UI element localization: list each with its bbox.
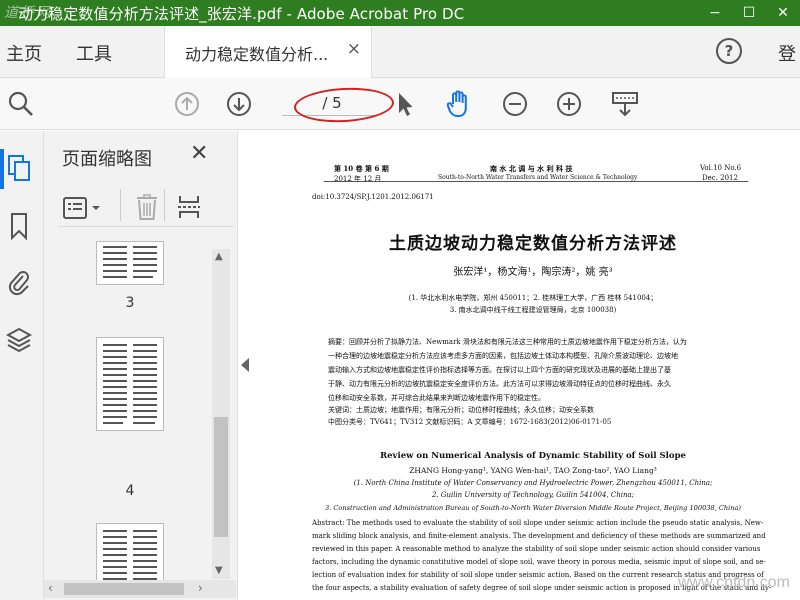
thumbnail-page-number: 4 (125, 483, 135, 499)
navigation-rail (0, 131, 44, 600)
thumbnail-list: 3 4 (44, 241, 236, 581)
journal-date: 2012 年 12 月 (334, 175, 382, 183)
divider (120, 189, 121, 221)
previous-page-icon[interactable] (170, 87, 204, 121)
tab-tools[interactable]: 工具 (76, 40, 112, 66)
page-thumbnail[interactable] (96, 523, 164, 581)
scroll-left-icon[interactable]: ‹ (48, 581, 53, 595)
panel-title: 页面缩略图 (62, 149, 152, 170)
minimize-button[interactable]: − (698, 0, 732, 26)
document-view[interactable]: 第 10 卷 第 6 期 2012 年 12 月 南 水 北 调 与 水 利 科… (258, 131, 800, 600)
scrollbar-thumb[interactable] (214, 417, 228, 537)
panel-toolbar (58, 187, 234, 227)
page-number-field[interactable]: / 5 (282, 85, 395, 125)
next-page-icon[interactable] (222, 87, 256, 121)
active-indicator (0, 149, 4, 189)
maximize-button[interactable]: ☐ (732, 0, 766, 26)
affiliation-en: (1. North China Institute of Water Conse… (353, 479, 713, 487)
doi: doi:10.3724/SP.J.1201.2012.06171 (312, 193, 434, 201)
thumbnail-page-number: 3 (125, 295, 135, 311)
toolbar: / 5 (0, 78, 800, 130)
tab-bar: 主页 工具 动力稳定数值分析... × ? 登 (0, 26, 800, 78)
affiliation-cn: 3. 南水北调中线干线工程建设管理局，北京 100038) (449, 306, 617, 314)
page-thumbnails-icon[interactable] (6, 153, 32, 183)
pdf-page: 第 10 卷 第 6 期 2012 年 12 月 南 水 北 调 与 水 利 科… (268, 131, 798, 600)
classification-cn: 中图分类号：TV641；TV312 文献标识码：A 文章编号：1672-1683… (328, 418, 612, 426)
watermark-logo: 道桥网 (4, 5, 52, 21)
abstract-en-line: Abstract: The methods used to evaluate t… (312, 519, 764, 527)
abstract-cn-line: 于静、动力有限元分析的边坡抗震稳定安全度评价方法。此方法可以求得边坡滑动特征点的… (328, 380, 671, 388)
window-title: 动力稳定数值分析方法评述_张宏洋.pdf - Adobe Acrobat Pro… (18, 4, 465, 23)
page-thumbnail[interactable] (96, 241, 164, 285)
journal-volume-en: Vol.10 No.6 (700, 164, 742, 172)
abstract-en-line: factors, including the dynamic constitut… (312, 558, 766, 566)
affiliation-en: 2. Guilin University of Technology, Guil… (431, 491, 635, 499)
abstract-cn-line: 摘要：回顾并分析了拟静力法、Newmark 滑块法和有限元法这三种常用的土质边坡… (328, 338, 687, 346)
paper-title-en: Review on Numerical Analysis of Dynamic … (380, 451, 686, 461)
close-panel-icon[interactable]: ✕ (190, 141, 208, 166)
page-thumbnail[interactable] (96, 337, 164, 431)
thumbnail-horizontal-scrollbar[interactable]: ‹ › (44, 580, 236, 598)
options-menu-icon[interactable] (62, 195, 106, 225)
scrollbar-thumb[interactable] (64, 583, 184, 595)
tab-document[interactable]: 动力稳定数值分析... × (164, 26, 372, 78)
divider (164, 189, 165, 221)
thumbnail-vertical-scrollbar[interactable]: ▲ ▼ (212, 249, 230, 579)
close-tab-icon[interactable]: × (347, 39, 361, 59)
page-indicator: / 5 (322, 94, 342, 112)
authors-cn: 张宏洋¹，杨文海¹，陶宗涛²，姚 亮³ (453, 267, 613, 278)
document-tab-label: 动力稳定数值分析... (185, 45, 329, 64)
trash-icon[interactable] (134, 193, 160, 225)
abstract-cn-line: 位移和动安全系数，并可综合此结果来判断边坡地震作用下的稳定性。 (328, 394, 545, 402)
site-watermark: www.cntdn.com (677, 574, 790, 591)
collapse-panel-icon[interactable] (241, 358, 249, 372)
window-controls: − ☐ ✕ (698, 0, 800, 26)
journal-name-cn: 南 水 北 调 与 水 利 科 技 (490, 164, 573, 173)
abstract-cn-line: 一种合理的边坡地震稳定分析方法应该考虑多方面的因素，包括边坡土体动本构模型、孔隙… (328, 352, 678, 360)
zoom-out-icon[interactable] (498, 87, 532, 121)
attachment-icon[interactable] (6, 267, 32, 297)
journal-volume: 第 10 卷 第 6 期 (334, 164, 389, 173)
layers-icon[interactable] (6, 325, 32, 355)
select-arrow-icon[interactable] (388, 87, 422, 121)
extract-pages-icon[interactable] (176, 193, 204, 225)
page-fit-icon[interactable] (608, 87, 642, 121)
zoom-in-icon[interactable] (552, 87, 586, 121)
login-button[interactable]: 登 (778, 40, 796, 66)
close-window-button[interactable]: ✕ (766, 0, 800, 26)
journal-name-en: South-to-North Water Transfers and Water… (438, 174, 638, 181)
authors-en: ZHANG Hong-yang¹, YANG Wen-hai¹, TAO Zon… (409, 466, 657, 475)
bookmark-icon[interactable] (6, 211, 32, 241)
title-bar: 道桥网 动力稳定数值分析方法评述_张宏洋.pdf - Adobe Acrobat… (0, 0, 800, 26)
abstract-cn-line: 震动输入方式和边坡地震稳定性评价指标选择等方面。在探讨以上四个方面的研究现状及进… (328, 366, 671, 374)
abstract-en-line: reviewed in this paper. A reasonable met… (312, 545, 761, 553)
help-icon[interactable]: ? (716, 38, 742, 64)
header-rule (324, 181, 748, 182)
scroll-up-icon[interactable]: ▲ (215, 251, 223, 262)
scroll-right-icon[interactable]: › (198, 581, 203, 595)
affiliation-en: 3. Construction and Administration Burea… (324, 504, 742, 512)
affiliation-cn: (1. 华北水利水电学院，郑州 450011；2. 桂林理工大学，广西 桂林 5… (408, 294, 658, 302)
keywords-cn: 关键词：土质边坡；地震作用；有限元分析；动位移时程曲线；永久位移；动安全系数 (328, 406, 594, 414)
hand-tool-icon[interactable] (442, 87, 476, 121)
paper-title-cn: 土质边坡动力稳定数值分析方法评述 (389, 234, 677, 254)
abstract-en-line: mark sliding block analysis, and finite-… (312, 532, 766, 540)
scroll-down-icon[interactable]: ▼ (215, 565, 223, 576)
tab-home[interactable]: 主页 (6, 40, 42, 66)
thumbnails-panel: 页面缩略图 ✕ 3 4 ▲ ▼ ‹ › (44, 131, 238, 600)
search-icon[interactable] (4, 87, 38, 121)
